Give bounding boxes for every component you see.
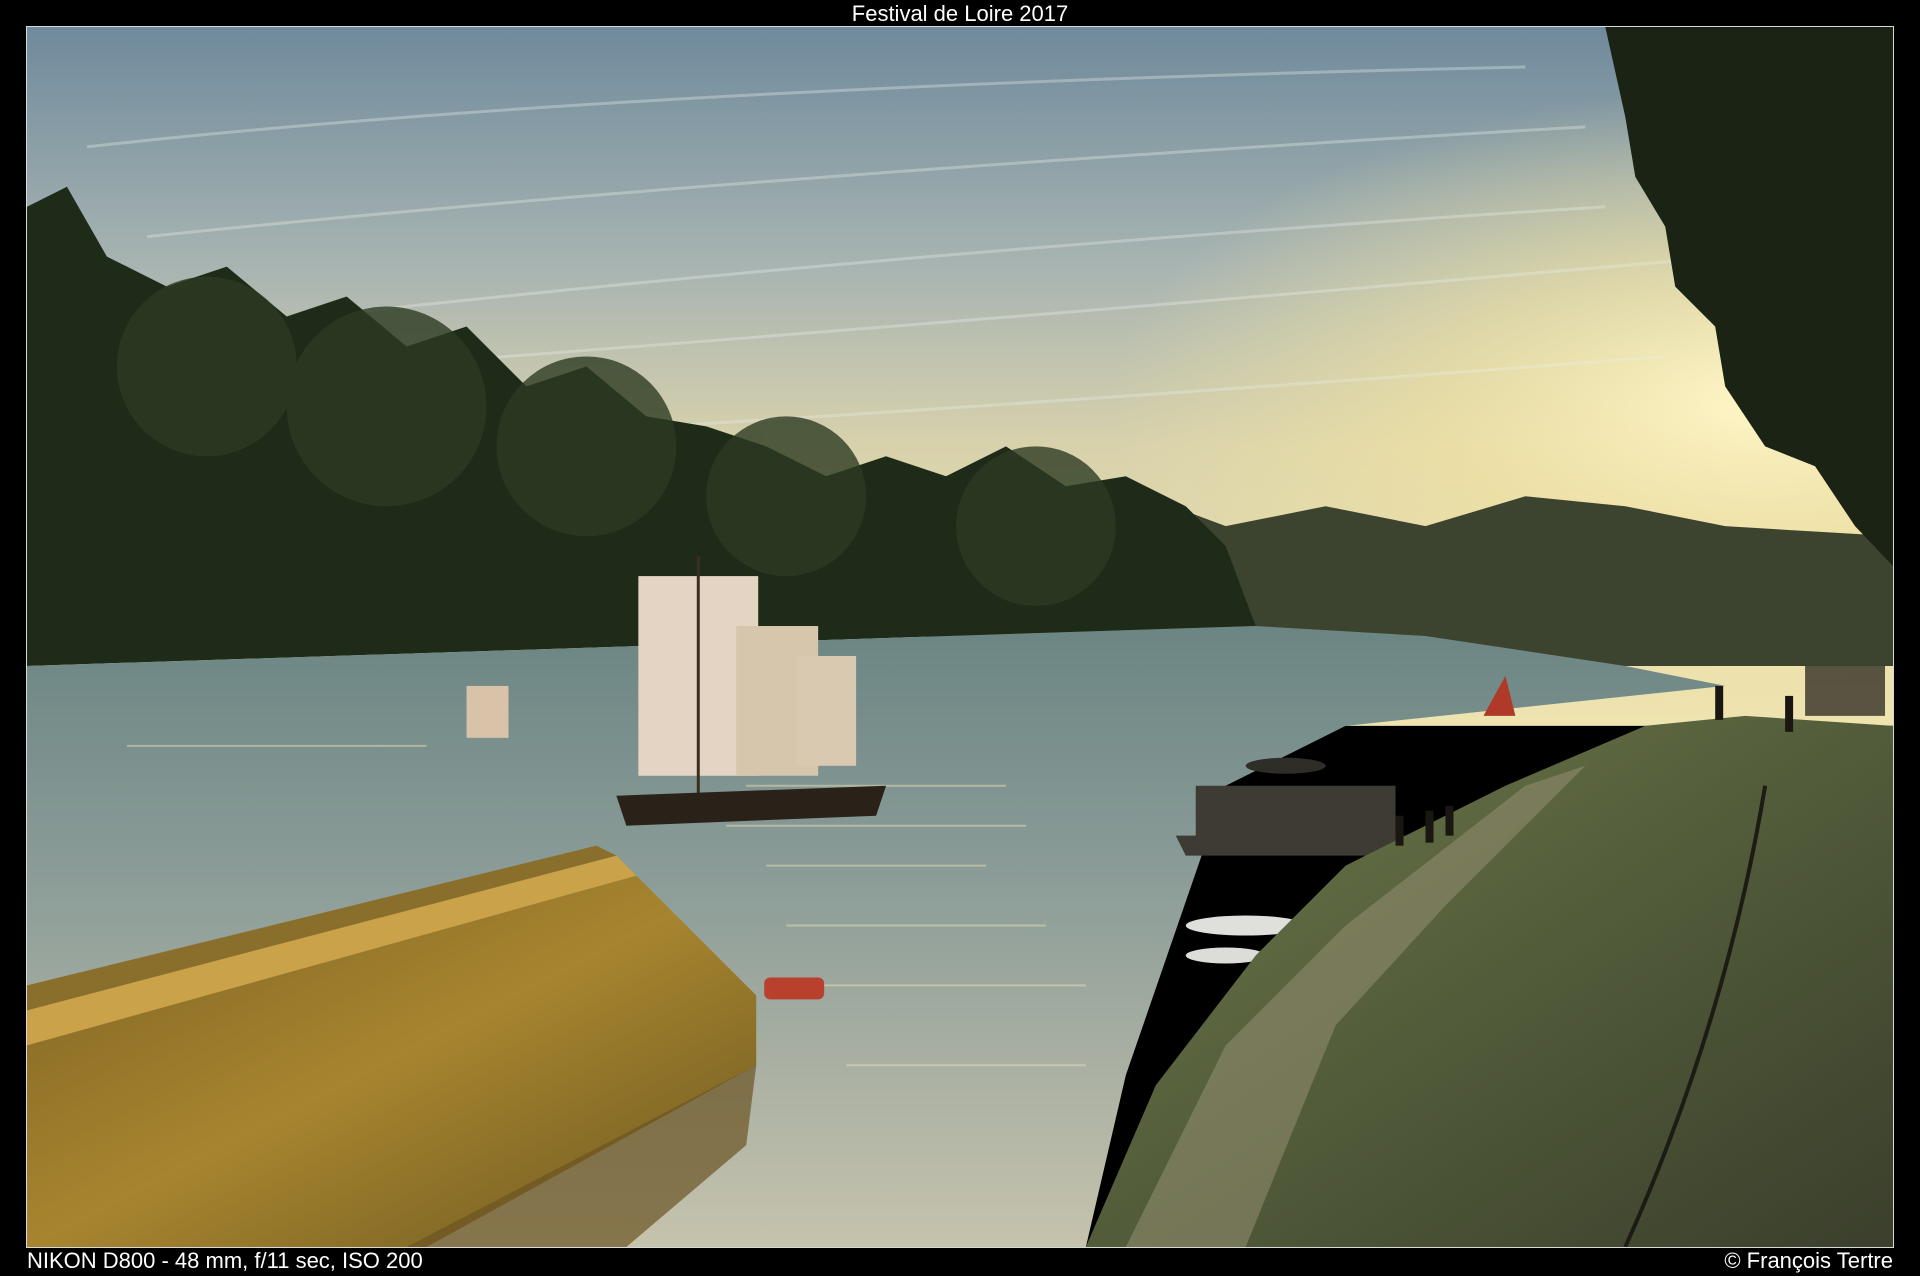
river-sunset-scene xyxy=(27,27,1893,1247)
photograph xyxy=(26,26,1894,1248)
photo-credit: © François Tertre xyxy=(1724,1248,1893,1273)
red-buoy xyxy=(764,977,825,1000)
photo-title: Festival de Loire 2017 xyxy=(851,1,1069,26)
camera-exif: NIKON D800 - 48 mm, f/11 sec, ISO 200 xyxy=(27,1248,423,1273)
